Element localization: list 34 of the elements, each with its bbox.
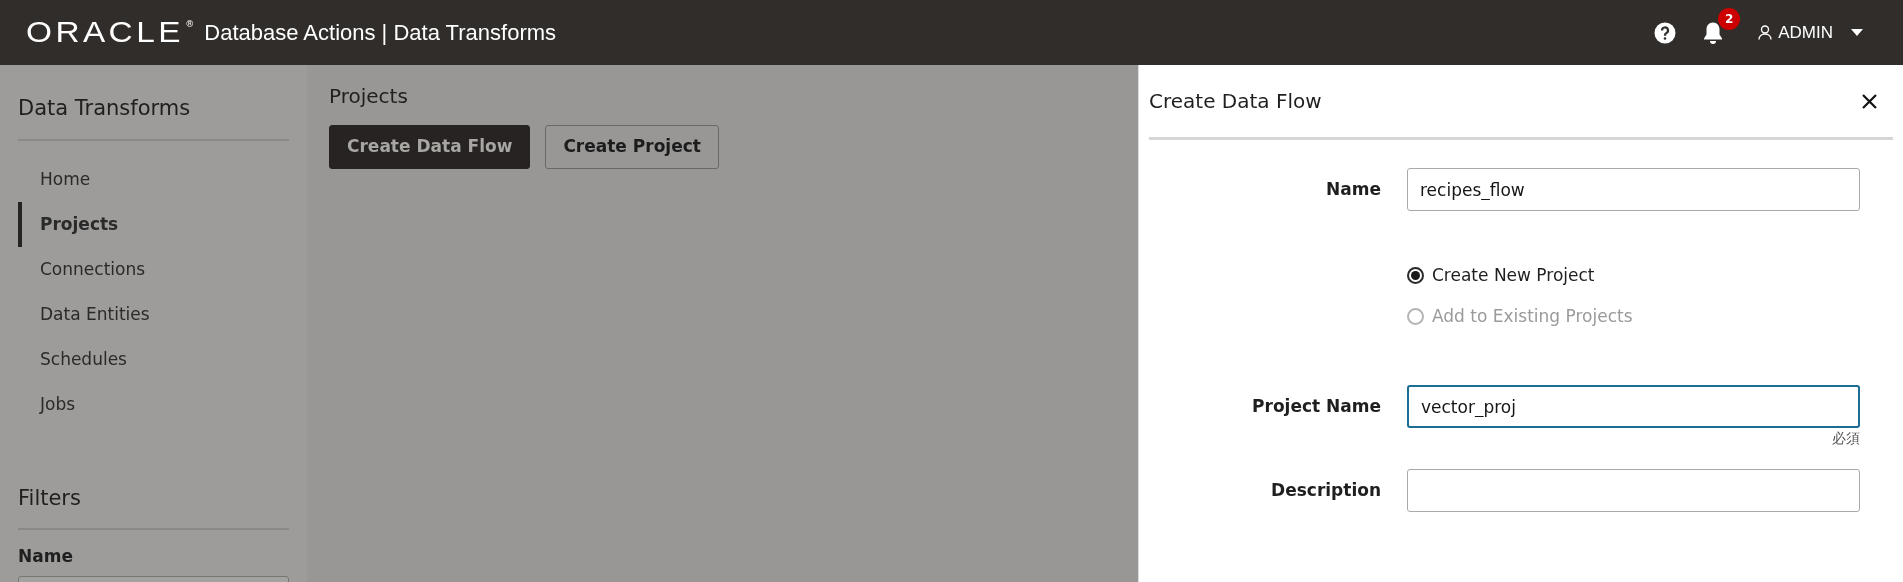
sidebar-item[interactable]: Data Entities — [18, 291, 289, 337]
action-button[interactable]: Create Project — [545, 125, 719, 169]
sidebar-title: Data Transforms — [18, 93, 289, 141]
sidebar-item[interactable]: Projects — [18, 201, 289, 247]
caret-icon — [1851, 29, 1863, 36]
sidebar-item[interactable]: Home — [18, 156, 289, 202]
field-label: Name — [1325, 177, 1382, 201]
filters-title: Filters — [18, 482, 289, 530]
logo: ORACLE — [26, 14, 184, 50]
sidebar-item[interactable]: Jobs — [18, 381, 289, 427]
radio-label[interactable]: Create New Project — [1432, 262, 1595, 289]
radio-label: Add to Existing Projects — [1432, 304, 1633, 328]
help-icon[interactable] — [1654, 21, 1677, 44]
close-icon — [1862, 94, 1877, 109]
action-button[interactable]: Create Data Flow — [329, 125, 531, 169]
filter-label: Name — [18, 545, 74, 568]
notifications-button[interactable]: 2 — [1702, 8, 1741, 45]
user-menu-button[interactable]: ADMIN — [1758, 19, 1863, 46]
app-title: Database Actions | Data Transforms — [204, 19, 557, 47]
sidebar-item[interactable]: Connections — [18, 246, 289, 292]
notification-count: 2 — [1718, 8, 1741, 31]
page-title: Projects — [329, 83, 409, 110]
registered-mark: ® — [185, 17, 195, 31]
bell-icon — [1702, 20, 1725, 45]
text-field[interactable]: vector_proj — [1407, 385, 1860, 428]
field-label: Description — [1270, 478, 1382, 502]
user-icon — [1758, 25, 1773, 40]
radio-button[interactable] — [1407, 267, 1424, 284]
text-field[interactable]: recipes_flow — [1407, 168, 1860, 211]
dialog-title: Create Data Flow — [1149, 88, 1322, 115]
sidebar-item[interactable]: Schedules — [18, 336, 289, 382]
field-label: Project Name — [1251, 394, 1382, 418]
required-hint: 必須 — [1831, 429, 1860, 448]
text-field[interactable] — [1407, 469, 1860, 512]
